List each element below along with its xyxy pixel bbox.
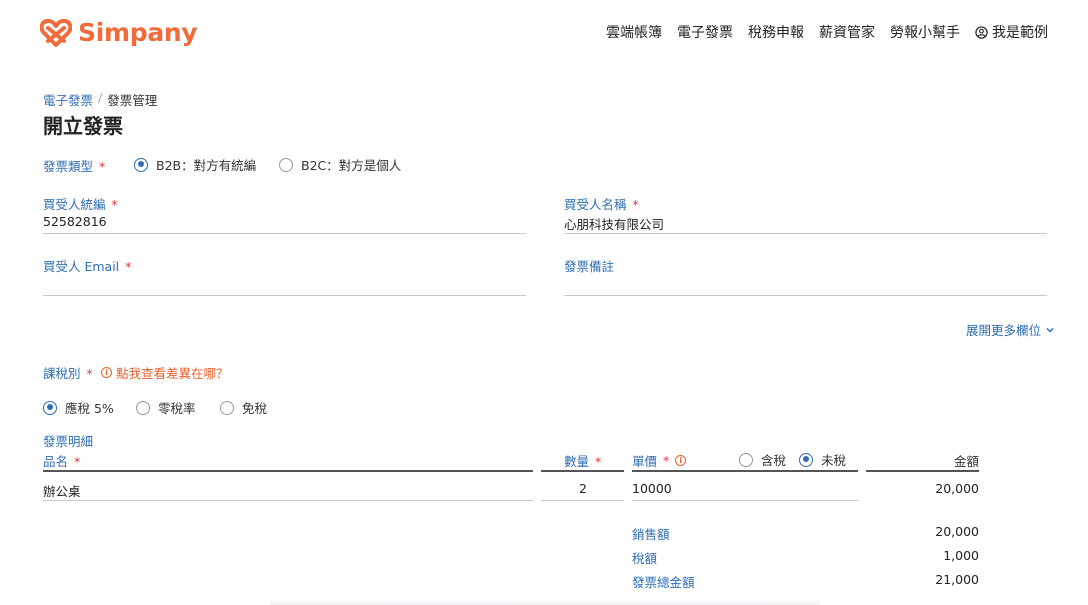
item-header: 品名 * [43, 451, 80, 470]
invoice-note-label: 發票備註 [564, 259, 615, 274]
invoice-type-label-text: 發票類型 [43, 159, 94, 174]
price-header-underline [632, 470, 858, 472]
invoice-type-label: 發票類型 * [43, 156, 105, 175]
item-header-underline [43, 470, 533, 472]
required-mark: * [74, 454, 81, 469]
radio-b2b-indicator[interactable] [134, 157, 148, 172]
qty-header: 數量 * [564, 451, 601, 470]
nav-item-ledger[interactable]: 雲端帳簿 [606, 22, 662, 42]
user-circle-icon [975, 25, 988, 39]
required-mark: * [86, 366, 93, 381]
invoice-type-b2c-radio[interactable]: B2C：對方是個人 [279, 155, 401, 174]
tax-amount-label: 稅額 [632, 551, 658, 566]
invoice-note-field[interactable] [564, 276, 1047, 292]
chevron-down-icon [1046, 327, 1054, 333]
invoice-type-b2b-radio[interactable]: B2B：對方有統編 [134, 155, 256, 174]
item-name-input[interactable]: 辦公桌 [43, 481, 533, 500]
expand-more-fields-button[interactable]: 展開更多欄位 [966, 320, 1055, 339]
details-section-label: 發票明細 [43, 434, 94, 449]
buyer-tax-id-label: 買受人統編 * [43, 194, 118, 213]
item-header-text: 品名 [43, 454, 69, 469]
user-name: 我是範例 [992, 25, 1048, 41]
buyer-email-label: 買受人 Email * [43, 256, 131, 275]
user-menu[interactable]: 我是範例 [975, 22, 1048, 42]
nav-item-payroll[interactable]: 薪資管家 [819, 22, 875, 42]
info-icon: i [101, 367, 112, 378]
required-mark: * [663, 453, 670, 468]
radio-exempt-indicator[interactable] [220, 400, 234, 415]
brand-name: Simpany [78, 17, 198, 47]
radio-exempt-label: 免稅 [242, 401, 268, 416]
price-tax-excluded-radio[interactable]: 未稅 [799, 450, 846, 469]
sales-amount-value: 20,000 [935, 524, 979, 539]
radio-tax-included-label: 含稅 [761, 453, 787, 468]
tax-type-help-text: 點我查看差異在哪？ [116, 366, 229, 381]
logo-icon [40, 18, 72, 47]
buyer-email-field[interactable] [43, 276, 526, 292]
breadcrumb: 電子發票 / 發票管理 [43, 90, 157, 109]
buyer-name-label: 買受人名稱 * [564, 194, 639, 213]
radio-b2c-indicator[interactable] [279, 157, 293, 172]
radio-b2c-label: B2C：對方是個人 [301, 158, 402, 173]
buyer-name-label-text: 買受人名稱 [564, 197, 627, 212]
invoice-note-underline [564, 295, 1047, 296]
nav-item-tax[interactable]: 稅務申報 [748, 22, 804, 42]
price-input[interactable]: 10000 [632, 481, 858, 496]
tax-type-help-link[interactable]: i 點我查看差異在哪？ [101, 363, 229, 382]
buyer-tax-id-underline [43, 233, 526, 234]
breadcrumb-separator: / [98, 90, 103, 105]
required-mark: * [125, 259, 132, 274]
buyer-tax-id-label-text: 買受人統編 [43, 197, 106, 212]
buyer-email-label-text: 買受人 Email [43, 259, 120, 274]
page-title: 開立發票 [43, 114, 123, 138]
radio-tax-excluded-indicator[interactable] [799, 452, 813, 467]
buyer-email-underline [43, 295, 526, 296]
price-header-text: 單價 [632, 454, 658, 469]
radio-b2b-label: B2B：對方有統編 [156, 158, 257, 173]
radio-taxable-indicator[interactable] [43, 400, 57, 415]
radio-zero-label: 零稅率 [158, 401, 196, 416]
total-amount-label: 發票總金額 [632, 575, 695, 590]
expand-more-label: 展開更多欄位 [965, 323, 1041, 338]
amount-header: 金額 [953, 454, 979, 469]
tax-type-exempt-radio[interactable]: 免稅 [220, 398, 267, 417]
tax-type-zero-radio[interactable]: 零稅率 [136, 398, 196, 417]
brand-logo[interactable]: Simpany [40, 14, 198, 50]
radio-taxable-label: 應稅 5% [65, 401, 114, 416]
required-mark: * [99, 159, 106, 174]
amount-header-underline [866, 470, 979, 472]
required-mark: * [111, 197, 118, 212]
amount-value: 20,000 [935, 481, 979, 496]
qty-input[interactable]: 2 [541, 481, 587, 496]
price-header: 單價 * i [632, 451, 687, 470]
radio-tax-included-indicator[interactable] [739, 452, 753, 467]
item-name-underline [43, 500, 533, 501]
breadcrumb-parent[interactable]: 電子發票 [43, 90, 93, 109]
sales-amount-label: 銷售額 [632, 527, 670, 542]
nav-item-e-invoice[interactable]: 電子發票 [677, 22, 733, 42]
buyer-tax-id-field[interactable]: 52582816 [43, 214, 526, 229]
tax-type-taxable-radio[interactable]: 應稅 5% [43, 398, 114, 417]
price-info-icon[interactable]: i [675, 455, 687, 466]
top-nav: 雲端帳簿 電子發票 稅務申報 薪資管家 勞報小幫手 我是範例 [606, 22, 1048, 42]
tax-amount-value: 1,000 [943, 548, 979, 563]
qty-header-underline [541, 470, 624, 472]
required-mark: * [632, 197, 639, 212]
qty-underline [541, 500, 624, 501]
required-mark: * [595, 454, 602, 469]
nav-item-labor[interactable]: 勞報小幫手 [890, 22, 960, 42]
radio-tax-excluded-label: 未稅 [821, 453, 847, 468]
buyer-name-underline [564, 233, 1047, 234]
radio-zero-indicator[interactable] [136, 400, 150, 415]
price-underline [632, 500, 858, 501]
total-amount-value: 21,000 [935, 572, 979, 587]
buyer-name-field[interactable]: 心朋科技有限公司 [564, 214, 1047, 233]
price-tax-included-radio[interactable]: 含稅 [739, 450, 786, 469]
tax-type-label: 課稅別 * [43, 363, 93, 382]
bottom-action-bar-edge [270, 598, 820, 605]
breadcrumb-current: 發票管理 [107, 93, 158, 108]
qty-header-text: 數量 [564, 454, 590, 469]
tax-type-label-text: 課稅別 [43, 366, 81, 381]
